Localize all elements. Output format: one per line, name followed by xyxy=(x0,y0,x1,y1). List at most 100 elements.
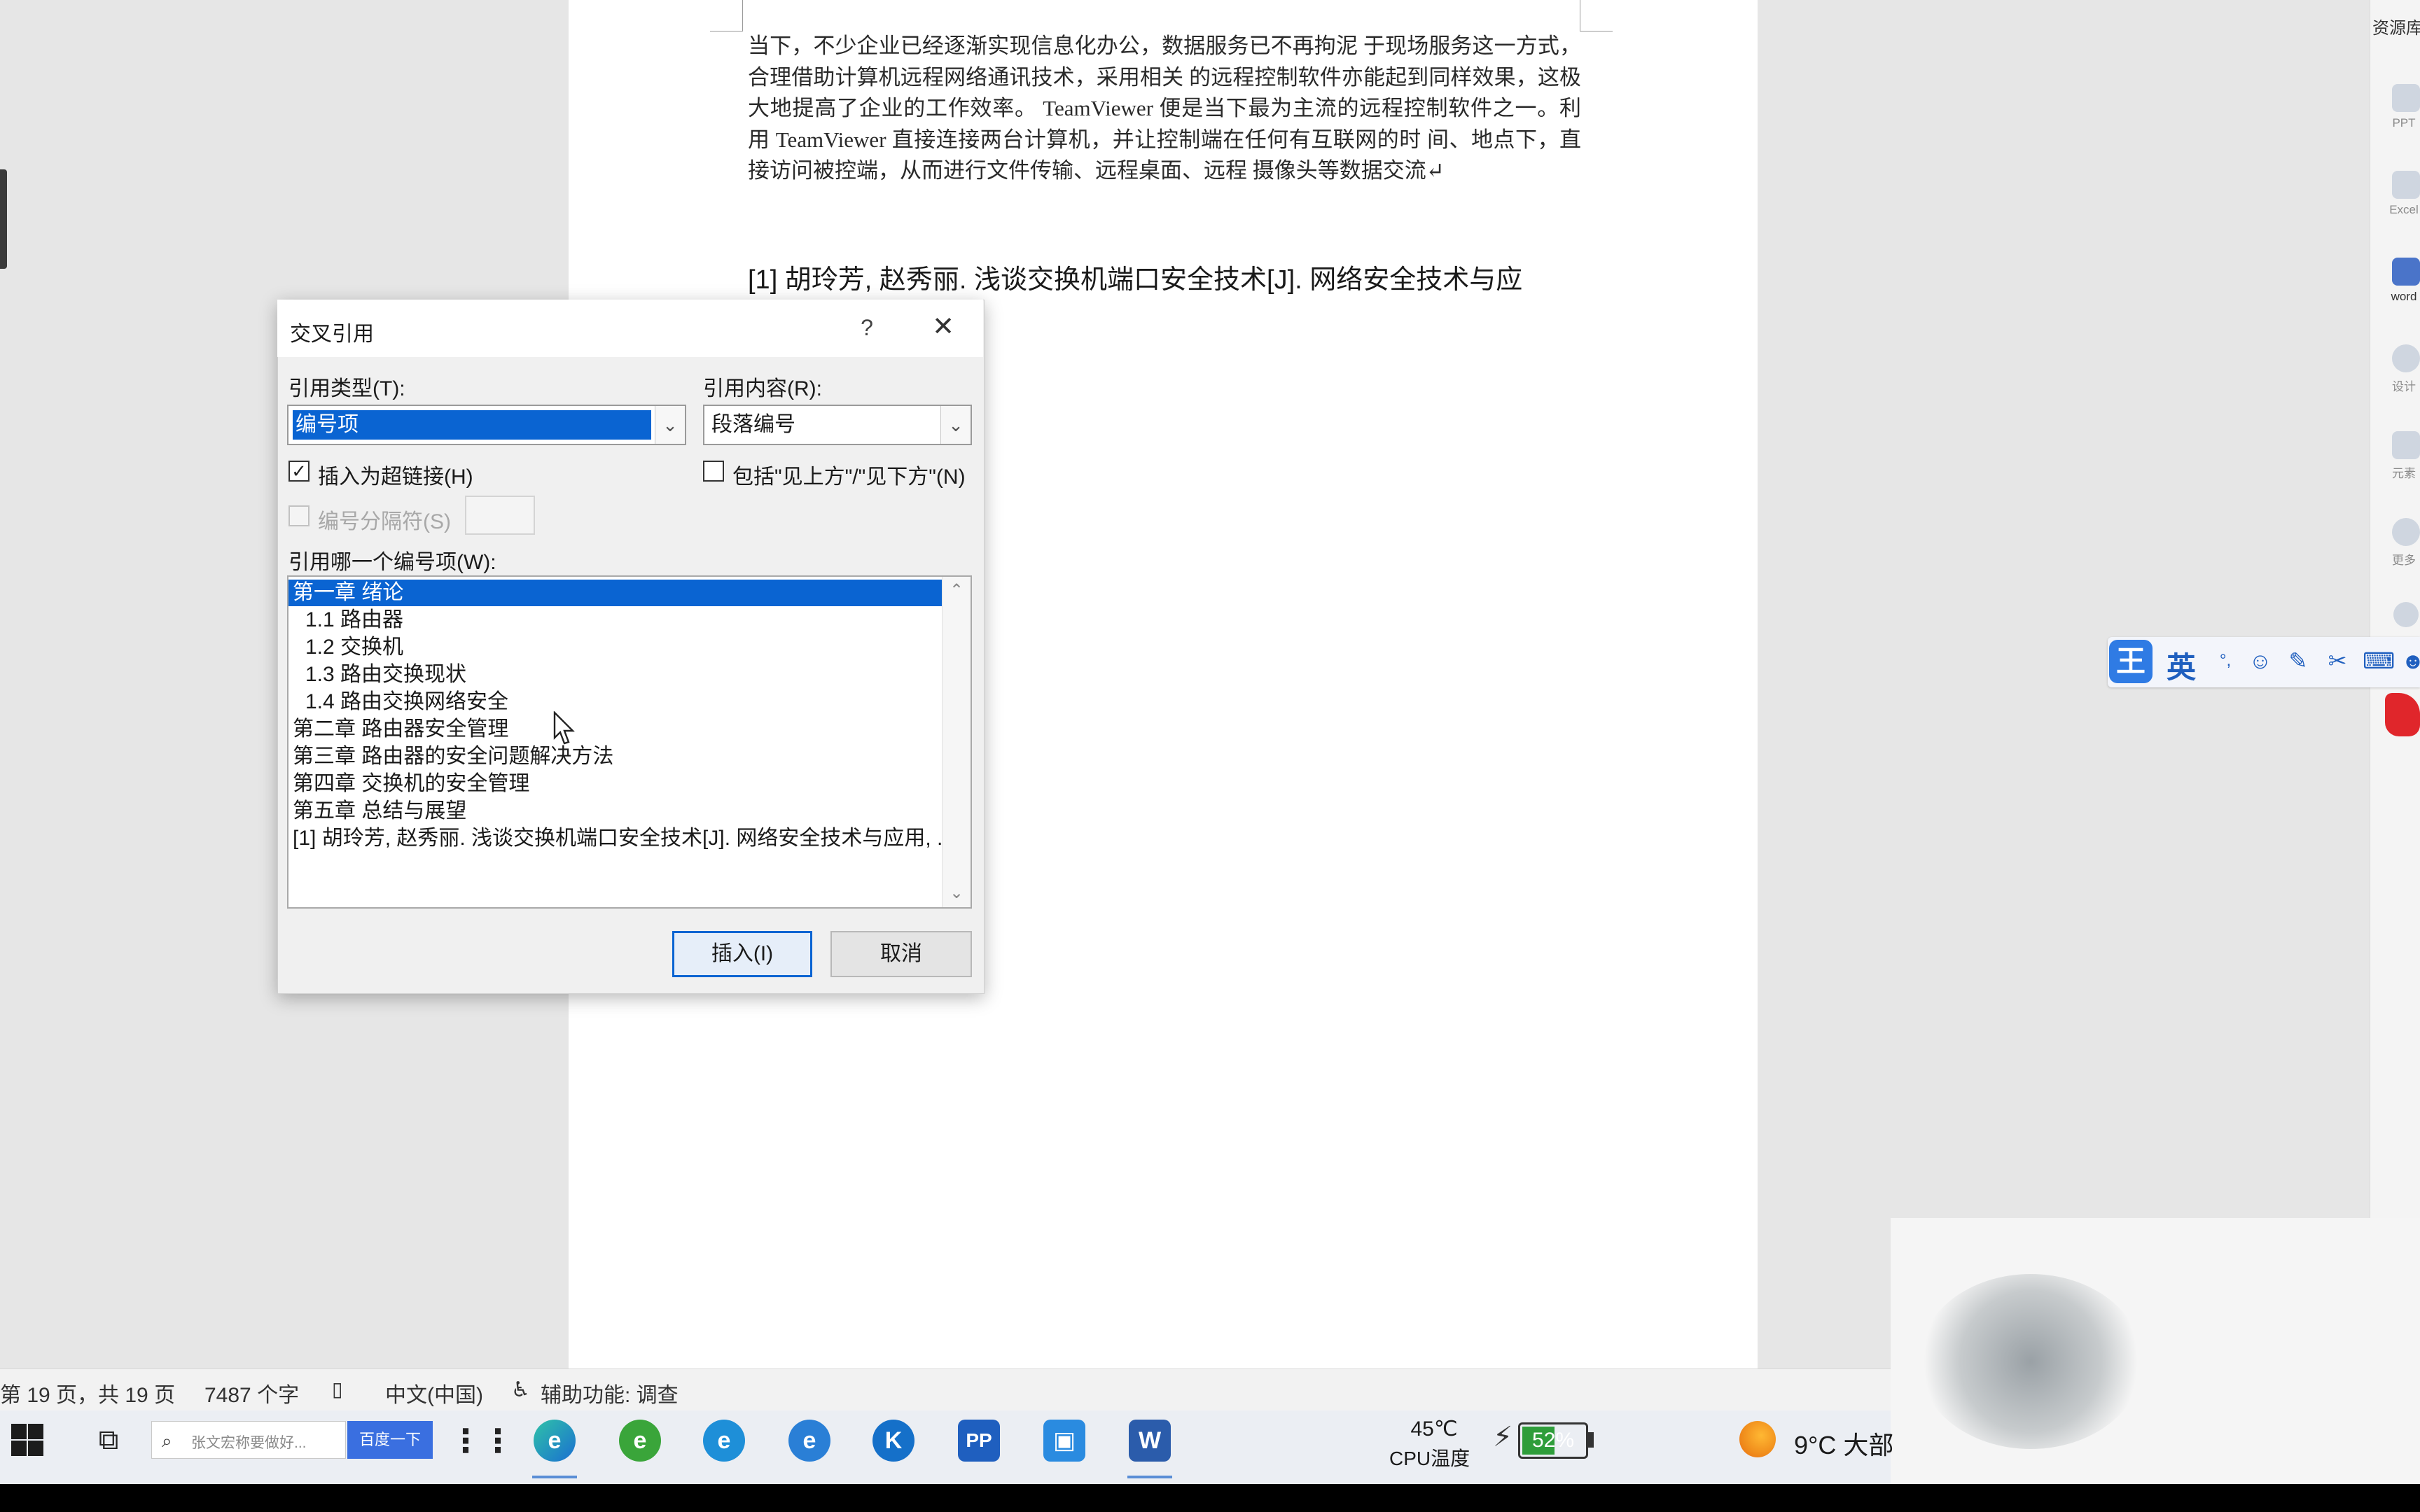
ime-logo-icon[interactable]: 王 xyxy=(2109,640,2153,683)
ref-content-dropdown[interactable]: 段落编号 ⌄ xyxy=(703,405,972,445)
ref-type-label: 引用类型(T): xyxy=(288,377,405,400)
user-icon[interactable]: ☻ xyxy=(2400,648,2420,673)
cancel-button[interactable]: 取消 xyxy=(830,931,972,977)
word-icon xyxy=(2392,258,2420,286)
separator-field xyxy=(465,496,535,535)
list-item[interactable]: 1.4 路由交换网络安全 xyxy=(288,689,943,715)
sidebar-item-label: word xyxy=(2391,290,2417,303)
edge-browser-icon[interactable]: e xyxy=(534,1420,576,1462)
sidebar-title: 资源库 xyxy=(2372,19,2420,38)
list-item-text: [1] 胡玲芳, 赵秀丽. 浅谈交换机端口安全技术[J]. 网络安全技术与应用,… xyxy=(293,827,943,850)
scissors-icon[interactable]: ✂ xyxy=(2325,648,2350,673)
insert-hyperlink-label[interactable]: 插入为超链接(H) xyxy=(318,459,473,490)
keyboard-icon[interactable]: ⌨ xyxy=(2363,648,2395,673)
weather-text[interactable]: 9°C 大部 xyxy=(1794,1425,1893,1462)
windows-start-icon[interactable] xyxy=(10,1422,45,1457)
sidebar-item-word[interactable]: word xyxy=(2388,258,2420,304)
proofing-icon[interactable]: ▯ xyxy=(332,1378,342,1401)
cpu-temperature: 45℃ xyxy=(1410,1418,1458,1441)
chevron-down-icon[interactable]: ⌄ xyxy=(940,406,971,444)
task-view-icon[interactable]: ⧉ xyxy=(90,1421,127,1459)
battery-indicator[interactable]: 52% xyxy=(1518,1422,1588,1459)
scroll-up-icon[interactable]: ⌃ xyxy=(943,577,971,605)
document-paragraph[interactable]: 当下，不少企业已经逐渐实现信息化办公，数据服务已不再拘泥 于现场服务这一方式，合… xyxy=(748,31,1581,187)
ref-content-label: 引用内容(R): xyxy=(703,377,822,400)
ref-type-value: 编号项 xyxy=(293,410,651,440)
list-scrollbar[interactable]: ⌃ ⌄ xyxy=(942,577,971,907)
language-indicator[interactable]: 中文(中国) xyxy=(385,1378,483,1408)
list-item[interactable]: 第三章 路由器的安全问题解决方法 xyxy=(288,743,943,770)
word-app-icon[interactable]: W xyxy=(1129,1420,1171,1462)
more-icon xyxy=(2392,518,2420,546)
accessibility-icon[interactable]: ♿ xyxy=(511,1378,530,1402)
elements-icon xyxy=(2392,431,2420,459)
scroll-down-icon[interactable]: ⌄ xyxy=(943,879,971,907)
sidebar-item-design[interactable]: 设计 xyxy=(2388,344,2420,394)
word-count[interactable]: 7487 个字 xyxy=(204,1378,299,1408)
active-indicator xyxy=(532,1476,577,1478)
weather-icon[interactable] xyxy=(1739,1421,1776,1457)
list-item[interactable]: 1.2 交换机 xyxy=(288,634,943,661)
taskbar-search-input[interactable]: ⌕ 张文宏称要做好... xyxy=(151,1421,346,1459)
browser-360-icon[interactable]: e xyxy=(619,1420,661,1462)
accessibility-status[interactable]: 辅助功能: 调查 xyxy=(541,1378,679,1408)
screen-recorder-icon[interactable]: ▣ xyxy=(1043,1420,1085,1462)
dialog-title: 交叉引用 xyxy=(290,323,374,346)
sidebar-item-label: Excel xyxy=(2389,203,2419,216)
list-item-text: 1.4 路由交换网络安全 xyxy=(305,690,509,713)
margin-mark-left xyxy=(710,0,743,31)
list-item[interactable]: 第四章 交换机的安全管理 xyxy=(288,771,943,797)
charging-icon: ⚡ xyxy=(1493,1422,1513,1452)
ref-content-value: 段落编号 xyxy=(711,413,795,436)
insert-button[interactable]: 插入(I) xyxy=(672,931,812,977)
list-item-text: 第五章 总结与展望 xyxy=(293,799,467,822)
list-item-text: 第三章 路由器的安全问题解决方法 xyxy=(293,745,614,768)
separator-checkbox xyxy=(288,505,310,526)
list-item[interactable]: 第五章 总结与展望 xyxy=(288,798,943,825)
chevron-down-icon[interactable]: ⌄ xyxy=(655,406,685,444)
list-item[interactable]: 1.1 路由器 xyxy=(288,607,943,634)
ime-language-toggle[interactable]: 英 xyxy=(2167,644,2196,687)
list-item-text: 第一章 绪论 xyxy=(293,581,404,604)
margin-mark-right xyxy=(1580,0,1613,31)
close-button[interactable]: ✕ xyxy=(927,311,959,343)
include-above-below-label[interactable]: 包括"见上方"/"见下方"(N) xyxy=(732,459,966,490)
punctuation-icon[interactable]: °, xyxy=(2213,648,2238,673)
emoji-icon[interactable]: ☺ xyxy=(2248,648,2273,673)
list-item[interactable]: 1.3 路由交换现状 xyxy=(288,662,943,688)
app-grid-icon[interactable]: ⋮⋮ xyxy=(450,1420,514,1462)
handwriting-icon[interactable]: ✎ xyxy=(2286,648,2311,673)
numbered-item-list[interactable]: 第一章 绪论 1.1 路由器 1.2 交换机 1.3 路由交换现状 1.4 路由… xyxy=(287,575,972,909)
sidebar-item-elements[interactable]: 元素 xyxy=(2388,431,2420,481)
sidebar-item-ppt[interactable]: PPT xyxy=(2388,84,2420,130)
ppt-icon xyxy=(2392,84,2420,112)
active-indicator xyxy=(1127,1476,1172,1478)
include-above-below-checkbox[interactable] xyxy=(703,461,724,482)
document-reference-line[interactable]: [1] 胡玲芳, 赵秀丽. 浅谈交换机端口安全技术[J]. 网络安全技术与应 xyxy=(748,263,1588,297)
page-indicator[interactable]: 第 19 页，共 19 页 xyxy=(0,1378,175,1408)
list-item[interactable]: 第二章 路由器安全管理 xyxy=(288,716,943,743)
help-button[interactable]: ? xyxy=(853,314,881,342)
sidebar-item-excel[interactable]: Excel xyxy=(2388,171,2420,217)
battery-tip xyxy=(1588,1432,1594,1448)
sidebar-item-label: 更多 xyxy=(2392,554,2416,567)
ie-browser-icon[interactable]: e xyxy=(788,1420,830,1462)
k-app-icon[interactable]: K xyxy=(872,1420,915,1462)
left-panel-tab[interactable] xyxy=(0,169,7,269)
insert-hyperlink-checkbox[interactable]: ✓ xyxy=(288,461,310,482)
list-item-text: 1.1 路由器 xyxy=(305,608,404,631)
cpu-temperature-label: CPU温度 xyxy=(1389,1448,1470,1469)
ref-type-dropdown[interactable]: 编号项 ⌄ xyxy=(287,405,686,445)
list-item-text: 第四章 交换机的安全管理 xyxy=(293,772,530,795)
powerpoint-icon[interactable]: PP xyxy=(958,1420,1000,1462)
list-item[interactable]: [1] 胡玲芳, 赵秀丽. 浅谈交换机端口安全技术[J]. 网络安全技术与应用,… xyxy=(288,825,943,852)
sidebar-item-label: 设计 xyxy=(2392,380,2416,393)
baidu-search-button[interactable]: 百度一下 xyxy=(347,1421,433,1459)
sidebar-item-more[interactable]: 更多 xyxy=(2388,518,2420,568)
notification-badge-icon[interactable] xyxy=(2385,693,2420,736)
list-item-text: 1.3 路由交换现状 xyxy=(305,663,467,686)
design-icon xyxy=(2392,344,2420,372)
list-item[interactable]: 第一章 绪论 xyxy=(288,580,943,606)
edge-legacy-icon[interactable]: e xyxy=(703,1420,745,1462)
user-icon[interactable] xyxy=(2393,602,2419,627)
